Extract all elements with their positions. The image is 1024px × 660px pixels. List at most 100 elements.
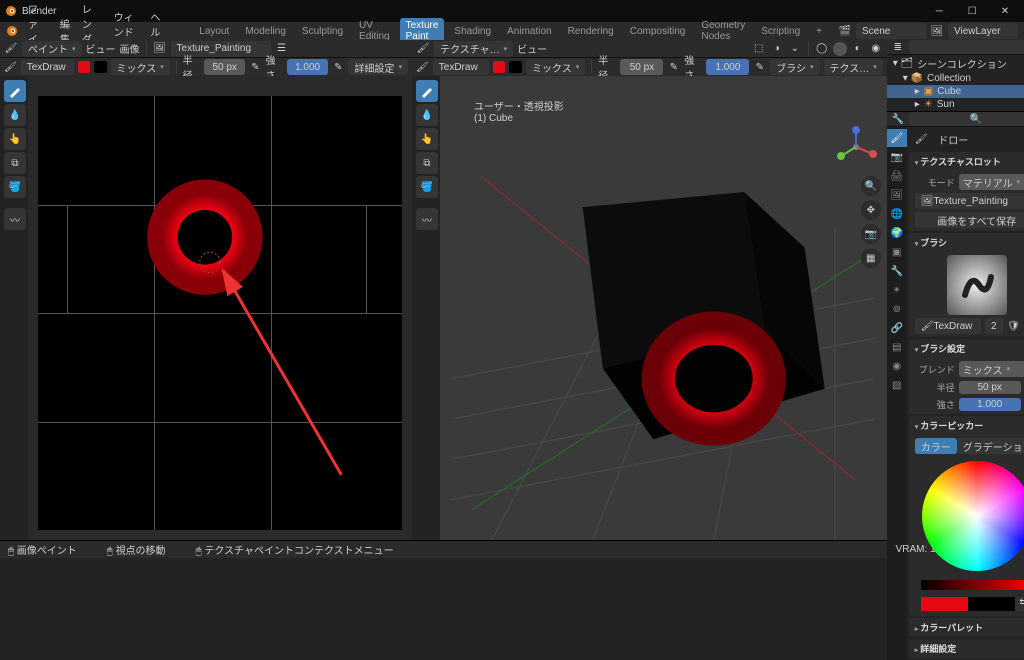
texture-popover-3d[interactable]: テクス…	[824, 59, 883, 75]
fake-user-icon[interactable]: 🛡	[1007, 319, 1021, 333]
outliner-cube[interactable]: ▸ ▣ Cube 👁	[887, 85, 1024, 98]
picker-tab-gradient[interactable]: グラデーション	[957, 438, 1024, 454]
close-button[interactable]: ✕	[990, 6, 1020, 17]
tool-clone[interactable]: ⧉	[4, 152, 26, 174]
overlay-toggle-icon[interactable]: ◑	[770, 42, 784, 56]
overlay-gizmo-icon[interactable]: ⬚	[752, 42, 766, 56]
color-wheel[interactable]	[922, 461, 1024, 571]
panel-color-picker-header[interactable]: カラーピッカー	[909, 416, 1024, 435]
tab-compositing[interactable]: Compositing	[624, 24, 692, 39]
tool3d-mask[interactable]: 〰	[416, 208, 438, 230]
brush-name-field[interactable]: 🖌 TexDraw	[915, 318, 981, 334]
ptab-world[interactable]: 🌍	[887, 224, 907, 242]
properties-search[interactable]: 🔍	[909, 112, 1024, 126]
ptab-tool[interactable]: 🖌	[887, 129, 907, 147]
swap-colors-button[interactable]: ⇆	[1015, 597, 1024, 611]
zoom-gizmo[interactable]: 🔍	[861, 176, 881, 196]
outliner[interactable]: ▾ 🗂 シーンコレクション ▾ 📦 Collection ▸ ▣ Cube 👁 …	[887, 55, 1024, 112]
image-editor-menu-image[interactable]: 画像	[120, 41, 140, 56]
minimize-button[interactable]: ─	[924, 6, 954, 17]
tool-mask[interactable]: 〰	[4, 208, 26, 230]
pressure-radius-3d-icon[interactable]: ✎	[667, 60, 680, 74]
ptab-modifier[interactable]: 🔧	[887, 262, 907, 280]
image-editor-menu-view[interactable]: ビュー	[86, 41, 116, 56]
properties-icon[interactable]: 🔧	[891, 112, 905, 126]
shading-render-icon[interactable]: ◉	[869, 42, 883, 56]
bg-color[interactable]	[94, 61, 106, 73]
brushset-blend[interactable]: ミックス	[959, 361, 1024, 377]
value-slider[interactable]	[921, 580, 1024, 590]
ptab-object[interactable]: ▣	[887, 243, 907, 261]
radius-field[interactable]: 50 px	[204, 59, 245, 75]
texslot-list-item[interactable]: 🖼 Texture_Painting	[915, 193, 1024, 209]
brushset-strength[interactable]: 1.000	[959, 398, 1021, 411]
blend-mode-3d[interactable]: ミックス	[526, 59, 585, 75]
tab-rendering[interactable]: Rendering	[562, 24, 620, 39]
swatch-bg[interactable]	[968, 597, 1015, 611]
falloff[interactable]: 詳細設定	[348, 59, 408, 75]
shading-wire-icon[interactable]: ◯	[815, 42, 829, 56]
tool3d-soften[interactable]: 💧	[416, 104, 438, 126]
viewlayer-field[interactable]: ViewLayer	[948, 23, 1018, 39]
tool-smear[interactable]: 👆	[4, 128, 26, 150]
strength-field[interactable]: 1.000	[287, 59, 328, 75]
shading-solid-icon[interactable]	[833, 42, 847, 56]
nav-gizmo[interactable]	[833, 124, 879, 170]
panel-brush-header[interactable]: ブラシ	[909, 233, 1024, 252]
swatch-fg[interactable]	[921, 597, 968, 611]
ptab-material[interactable]: ◉	[887, 357, 907, 375]
tool-draw[interactable]	[4, 80, 26, 102]
shading-matprev-icon[interactable]: ◐	[851, 42, 865, 56]
ptab-physics[interactable]: ⊚	[887, 300, 907, 318]
tab-scripting[interactable]: Scripting	[755, 24, 806, 39]
brush-name-3d[interactable]: TexDraw	[433, 59, 489, 75]
maximize-button[interactable]: ☐	[957, 6, 987, 17]
panel-detail-header[interactable]: 詳細設定	[909, 639, 1024, 658]
outliner-collection[interactable]: ▾ 📦 Collection	[887, 72, 1024, 85]
radius-field-3d[interactable]: 50 px	[620, 59, 663, 75]
scene-field[interactable]: Scene	[856, 23, 926, 39]
ptab-output[interactable]: 🖨	[887, 167, 907, 185]
tool3d-smear[interactable]: 👆	[416, 128, 438, 150]
ptab-particle[interactable]: ✴	[887, 281, 907, 299]
tab-layout[interactable]: Layout	[193, 24, 235, 39]
panel-color-palette-header[interactable]: カラーパレット	[909, 618, 1024, 637]
tab-animation[interactable]: Animation	[501, 24, 557, 39]
brush-preset-icon-3d[interactable]: 🖌	[416, 60, 429, 74]
blender-icon[interactable]	[6, 24, 18, 38]
move-gizmo[interactable]: ✥	[861, 200, 881, 220]
camera-gizmo[interactable]: 📷	[861, 224, 881, 244]
image-editor-mode[interactable]: ペイント	[22, 41, 82, 57]
brush-users[interactable]: 2	[985, 318, 1003, 334]
ptab-scene[interactable]: 🌐	[887, 205, 907, 223]
tool3d-clone[interactable]: ⧉	[416, 152, 438, 174]
bg-color-3d[interactable]	[509, 61, 522, 73]
image-link-icon[interactable]: 🖼	[153, 42, 167, 56]
tool3d-draw[interactable]	[416, 80, 438, 102]
pressure-radius-icon[interactable]: ✎	[249, 60, 261, 74]
tab-add[interactable]: +	[810, 24, 828, 39]
ptab-constraint[interactable]: 🔗	[887, 319, 907, 337]
tab-modeling[interactable]: Modeling	[239, 24, 292, 39]
panel-texture-slot-header[interactable]: テクスチャスロット	[909, 152, 1024, 171]
save-all-images-button[interactable]: 画像をすべて保存	[915, 212, 1024, 228]
viewport-3d[interactable]: ユーザー・透視投影 (1) Cube 🔍 ✥ 📷 ▦	[440, 76, 887, 540]
tab-sculpting[interactable]: Sculpting	[296, 24, 349, 39]
outliner-icon[interactable]: ≣	[891, 40, 905, 54]
brush-preview[interactable]	[947, 255, 1007, 315]
brushset-radius[interactable]: 50 px	[959, 381, 1021, 394]
brush-popover-3d[interactable]: ブラシ	[770, 59, 819, 75]
ptab-view[interactable]: 🖼	[887, 186, 907, 204]
picker-tab-color[interactable]: カラー	[915, 438, 957, 454]
ptab-data[interactable]: ▤	[887, 338, 907, 356]
xray-icon[interactable]: ⌄	[788, 42, 802, 56]
image-editor-icon[interactable]: 🖌	[4, 42, 18, 56]
image-canvas[interactable]	[28, 76, 412, 540]
blend-mode[interactable]: ミックス	[111, 59, 170, 75]
tool3d-fill[interactable]: 🪣	[416, 176, 438, 198]
tool-fill[interactable]: 🪣	[4, 176, 26, 198]
brush-preset-icon[interactable]: 🖌	[4, 60, 17, 74]
persp-gizmo[interactable]: ▦	[861, 248, 881, 268]
texslot-mode[interactable]: マテリアル	[959, 174, 1024, 190]
tab-shading[interactable]: Shading	[448, 24, 497, 39]
